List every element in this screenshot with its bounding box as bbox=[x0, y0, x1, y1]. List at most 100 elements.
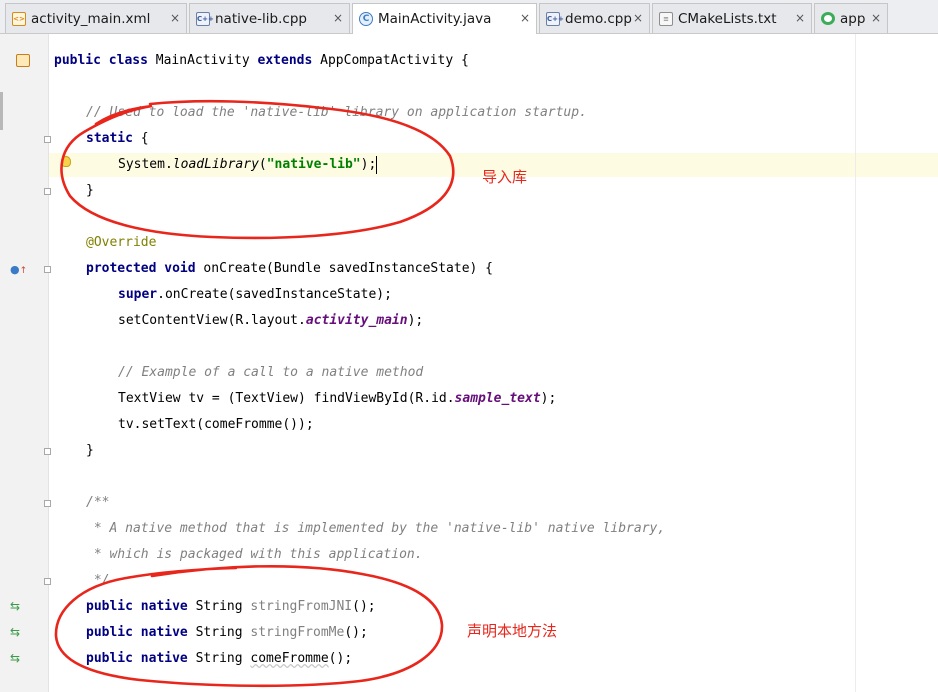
keyword: public bbox=[86, 625, 133, 640]
tab-native-lib-cpp[interactable]: C++ native-lib.cpp × bbox=[189, 3, 350, 33]
tab-label: native-lib.cpp bbox=[215, 10, 307, 27]
keyword: protected bbox=[86, 261, 157, 276]
tab-activity-main-xml[interactable]: <> activity_main.xml × bbox=[5, 3, 187, 33]
annotation: @Override bbox=[86, 235, 157, 250]
native-method-icon[interactable]: ⇆ bbox=[10, 600, 20, 612]
keyword: public bbox=[86, 651, 133, 666]
close-icon[interactable]: × bbox=[520, 11, 530, 25]
static-field: activity_main bbox=[305, 313, 408, 328]
text-file-icon: ≡ bbox=[659, 11, 673, 26]
tab-demo-cpp[interactable]: C++ demo.cpp × bbox=[539, 3, 650, 33]
text-caret bbox=[376, 155, 378, 174]
code-text: (); bbox=[352, 599, 376, 614]
code-line[interactable]: protected void onCreate(Bundle savedInst… bbox=[86, 259, 493, 279]
method-name: stringFromJNI bbox=[250, 599, 353, 614]
code-text: } bbox=[86, 183, 94, 198]
close-icon[interactable]: × bbox=[333, 11, 343, 25]
keyword: static bbox=[86, 131, 133, 146]
code-text: setContentView(R.layout. bbox=[118, 313, 306, 328]
code-line[interactable]: setContentView(R.layout.activity_main); bbox=[118, 311, 423, 331]
fold-toggle[interactable] bbox=[44, 448, 51, 455]
code-text: (); bbox=[344, 625, 368, 640]
cpp-file-icon: C++ bbox=[196, 11, 214, 26]
native-method-icon[interactable]: ⇆ bbox=[10, 626, 20, 638]
keyword: public bbox=[86, 599, 133, 614]
doc-comment: * which is packaged with this applicatio… bbox=[86, 547, 423, 562]
keyword: native bbox=[140, 625, 188, 640]
code-line[interactable]: } bbox=[86, 441, 94, 461]
code-line-current[interactable]: System.loadLibrary("native-lib"); bbox=[118, 155, 378, 175]
close-icon[interactable]: × bbox=[871, 11, 881, 25]
code-line[interactable]: public native String comeFromme(); bbox=[86, 649, 352, 669]
lightbulb-icon[interactable] bbox=[61, 156, 71, 167]
code-text: ); bbox=[540, 391, 557, 406]
code-text: } bbox=[86, 443, 94, 458]
code-line[interactable]: super.onCreate(savedInstanceState); bbox=[118, 285, 392, 305]
type-name: String bbox=[187, 599, 251, 614]
keyword: public bbox=[54, 53, 101, 68]
code-line[interactable]: @Override bbox=[86, 233, 156, 253]
code-line[interactable]: static { bbox=[86, 129, 149, 149]
annotation-declare-native-methods: 声明本地方法 bbox=[467, 622, 558, 640]
code-text: TextView tv = (TextView) findViewById(R.… bbox=[118, 391, 455, 406]
java-class-icon: C bbox=[359, 12, 373, 26]
code-line[interactable]: * which is packaged with this applicatio… bbox=[86, 545, 423, 565]
method-name: comeFromme bbox=[250, 651, 329, 666]
code-line[interactable]: * A native method that is implemented by… bbox=[86, 519, 665, 539]
code-text: ( bbox=[258, 157, 267, 172]
scroll-marker bbox=[0, 92, 3, 130]
tab-main-activity-java[interactable]: C MainActivity.java × bbox=[352, 3, 537, 34]
fold-toggle[interactable] bbox=[44, 188, 51, 195]
code-line[interactable]: public native String stringFromJNI(); bbox=[86, 597, 376, 617]
code-text: ); bbox=[407, 313, 424, 328]
code-text: ); bbox=[360, 157, 377, 172]
tab-app[interactable]: app × bbox=[814, 3, 888, 33]
editor-gutter bbox=[0, 34, 48, 692]
code-text: System. bbox=[118, 157, 173, 172]
fold-toggle[interactable] bbox=[44, 266, 51, 273]
fold-toggle[interactable] bbox=[44, 578, 51, 585]
static-field: sample_text bbox=[454, 391, 541, 406]
doc-comment: */ bbox=[86, 573, 110, 588]
code-text: .onCreate(savedInstanceState); bbox=[157, 287, 392, 302]
keyword: super bbox=[118, 287, 158, 302]
code-text: tv.setText(comeFromme()); bbox=[118, 417, 314, 432]
code-line[interactable]: // Used to load the 'native-lib' library… bbox=[86, 103, 587, 123]
code-line[interactable]: */ bbox=[86, 571, 110, 591]
code-line[interactable]: // Example of a call to a native method bbox=[118, 363, 423, 383]
annotation-import-library: 导入库 bbox=[482, 168, 528, 186]
close-icon[interactable]: × bbox=[170, 11, 180, 25]
fold-toggle[interactable] bbox=[44, 500, 51, 507]
tab-label: MainActivity.java bbox=[378, 11, 492, 27]
keyword: class bbox=[108, 53, 148, 68]
cpp-file-icon: C++ bbox=[546, 11, 564, 26]
code-text: onCreate(Bundle savedInstanceState) { bbox=[195, 261, 494, 276]
close-icon[interactable]: × bbox=[633, 11, 643, 25]
code-line[interactable]: TextView tv = (TextView) findViewById(R.… bbox=[118, 389, 556, 409]
code-line[interactable]: } bbox=[86, 181, 94, 201]
doc-comment: /** bbox=[86, 495, 110, 510]
activity-class-icon[interactable] bbox=[16, 54, 30, 67]
tab-cmakelists-txt[interactable]: ≡ CMakeLists.txt × bbox=[652, 3, 812, 33]
code-line[interactable]: /** bbox=[86, 493, 109, 513]
close-icon[interactable]: × bbox=[795, 11, 805, 25]
native-method-icon[interactable]: ⇆ bbox=[10, 652, 20, 664]
tab-label: CMakeLists.txt bbox=[678, 10, 777, 27]
method-name: stringFromMe bbox=[250, 625, 345, 640]
code-line[interactable]: public class MainActivity extends AppCom… bbox=[54, 51, 469, 71]
keyword: void bbox=[164, 261, 196, 276]
code-line[interactable]: tv.setText(comeFromme()); bbox=[118, 415, 314, 435]
string-literal: "native-lib" bbox=[266, 157, 361, 172]
static-method-name: loadLibrary bbox=[172, 157, 259, 172]
override-method-icon[interactable]: ●↑ bbox=[10, 264, 27, 277]
right-margin-guide bbox=[855, 34, 856, 692]
fold-toggle[interactable] bbox=[44, 136, 51, 143]
code-comment: // Example of a call to a native method bbox=[118, 365, 424, 380]
xml-file-icon: <> bbox=[12, 11, 26, 26]
tab-label: app bbox=[840, 10, 866, 27]
code-line[interactable]: public native String stringFromMe(); bbox=[86, 623, 368, 643]
doc-comment: * A native method that is implemented by… bbox=[86, 521, 666, 536]
type-name: String bbox=[187, 625, 251, 640]
type-name: String bbox=[187, 651, 251, 666]
code-comment: // Used to load the 'native-lib' library… bbox=[86, 105, 587, 120]
